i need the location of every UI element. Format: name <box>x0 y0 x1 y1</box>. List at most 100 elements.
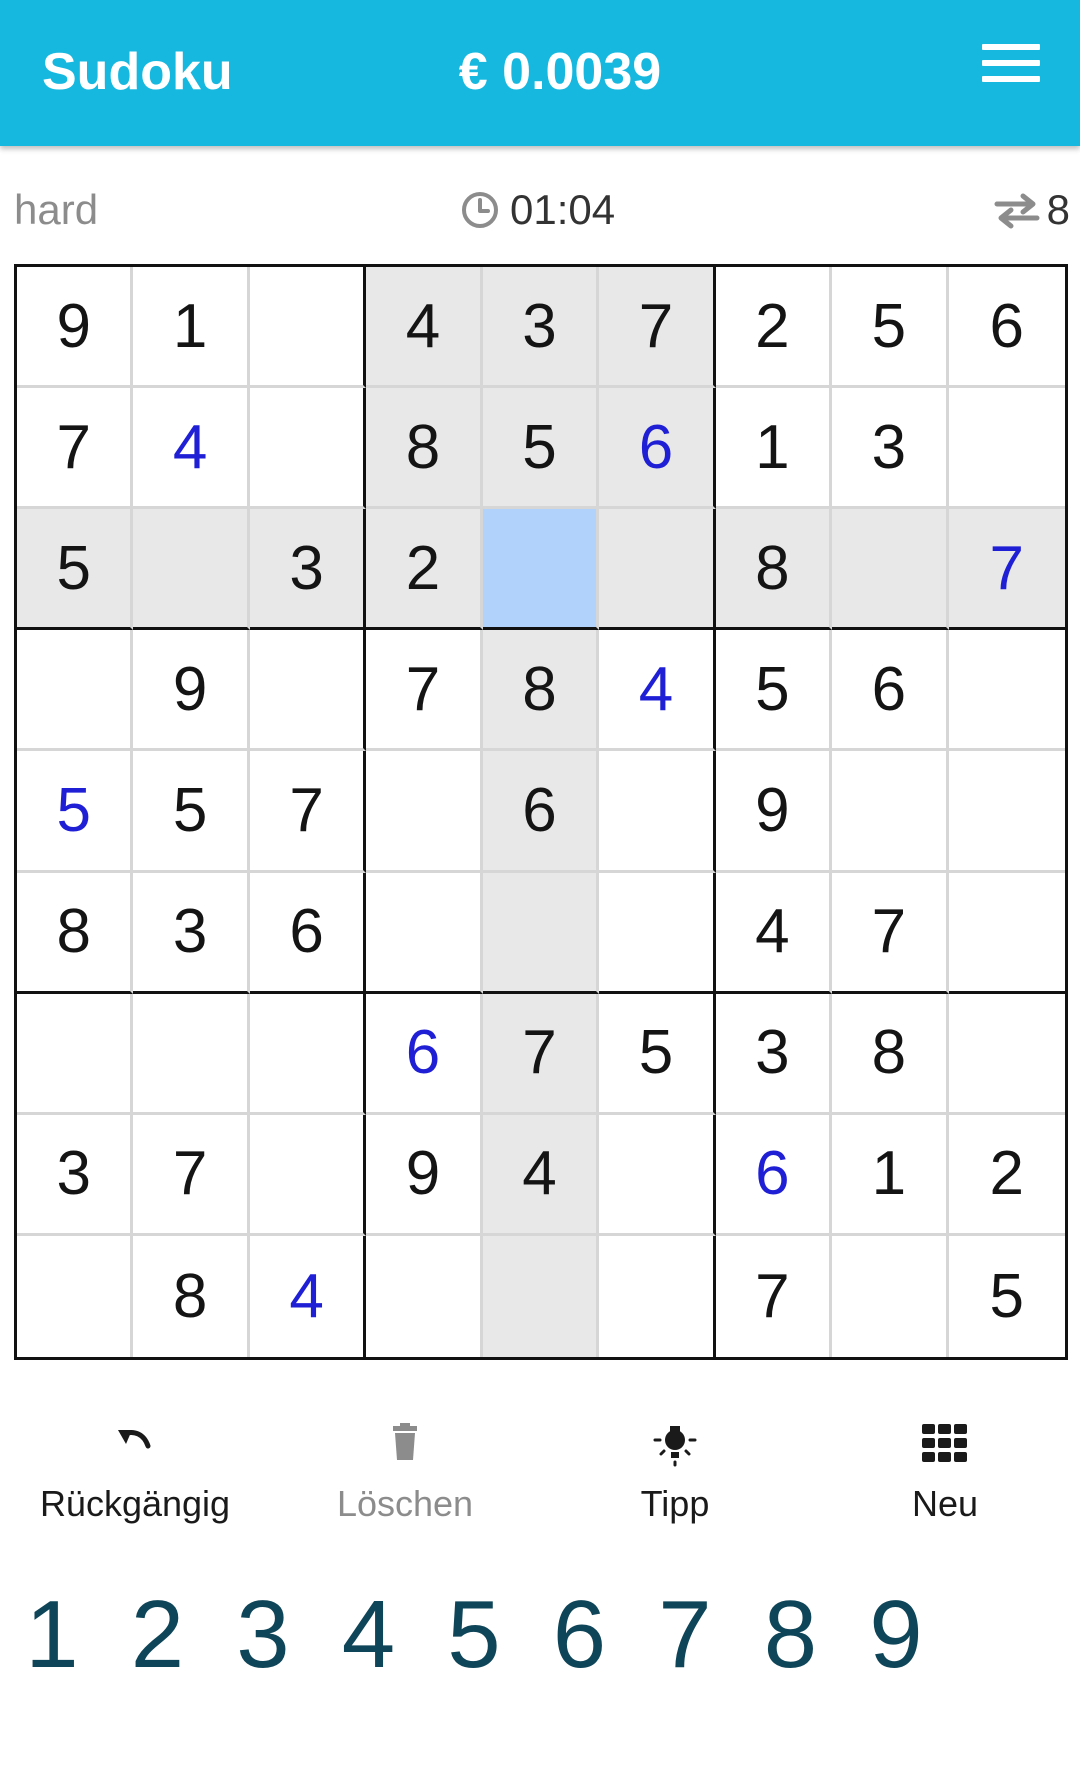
hamburger-menu-icon[interactable] <box>976 44 1042 92</box>
numpad-key-1[interactable]: 1 <box>2 1580 102 1690</box>
sudoku-cell-r5c2[interactable]: 5 <box>133 751 250 873</box>
sudoku-cell-r5c5[interactable]: 6 <box>482 751 600 873</box>
sudoku-cell-r4c3[interactable] <box>249 630 367 752</box>
sudoku-cell-r9c6[interactable] <box>599 1235 716 1357</box>
sudoku-cell-r1c4[interactable]: 4 <box>366 267 483 389</box>
sudoku-cell-r9c2[interactable]: 8 <box>133 1235 250 1357</box>
numpad-key-2[interactable]: 2 <box>108 1580 208 1690</box>
sudoku-cell-r7c7[interactable]: 3 <box>715 993 833 1115</box>
numpad-key-6[interactable]: 6 <box>530 1580 630 1690</box>
sudoku-cell-r6c5[interactable] <box>482 872 600 994</box>
sudoku-cell-r5c3[interactable]: 7 <box>249 751 367 873</box>
sudoku-cell-r2c9[interactable] <box>948 388 1065 510</box>
sudoku-cell-r1c3[interactable] <box>249 267 367 389</box>
sudoku-cell-r6c7[interactable]: 4 <box>715 872 833 994</box>
sudoku-cell-r1c5[interactable]: 3 <box>482 267 600 389</box>
number-pad: 123456789 <box>0 1580 1080 1690</box>
sudoku-cell-r5c8[interactable] <box>832 751 949 873</box>
sudoku-cell-r9c5[interactable] <box>482 1235 600 1357</box>
sudoku-cell-r9c9[interactable]: 5 <box>948 1235 1065 1357</box>
sudoku-cell-r8c1[interactable]: 3 <box>17 1114 134 1236</box>
sudoku-cell-r8c7[interactable]: 6 <box>715 1114 833 1236</box>
sudoku-cell-r5c4[interactable] <box>366 751 483 873</box>
numpad-key-7[interactable]: 7 <box>635 1580 735 1690</box>
sudoku-cell-r8c4[interactable]: 9 <box>366 1114 483 1236</box>
sudoku-cell-r4c2[interactable]: 9 <box>133 630 250 752</box>
sudoku-cell-r7c3[interactable] <box>249 993 367 1115</box>
sudoku-cell-r6c3[interactable]: 6 <box>249 872 367 994</box>
sudoku-cell-r5c1[interactable]: 5 <box>17 751 134 873</box>
timer: 01:04 <box>460 180 615 240</box>
sudoku-cell-r9c3[interactable]: 4 <box>249 1235 367 1357</box>
sudoku-cell-r3c8[interactable] <box>832 509 949 631</box>
numpad-key-8[interactable]: 8 <box>741 1580 841 1690</box>
sudoku-cell-r4c5[interactable]: 8 <box>482 630 600 752</box>
sudoku-cell-r5c9[interactable] <box>948 751 1065 873</box>
sudoku-cell-r7c8[interactable]: 8 <box>832 993 949 1115</box>
sudoku-cell-r3c3[interactable]: 3 <box>249 509 367 631</box>
sudoku-cell-r3c7[interactable]: 8 <box>715 509 833 631</box>
numpad-key-5[interactable]: 5 <box>424 1580 524 1690</box>
sudoku-cell-r8c3[interactable] <box>249 1114 367 1236</box>
sudoku-cell-r1c7[interactable]: 2 <box>715 267 833 389</box>
sudoku-cell-r8c2[interactable]: 7 <box>133 1114 250 1236</box>
sudoku-cell-r9c7[interactable]: 7 <box>715 1235 833 1357</box>
sudoku-cell-r6c8[interactable]: 7 <box>832 872 949 994</box>
sudoku-cell-r6c4[interactable] <box>366 872 483 994</box>
clock-icon <box>462 192 498 228</box>
sudoku-cell-r2c2[interactable]: 4 <box>133 388 250 510</box>
sudoku-cell-r2c5[interactable]: 5 <box>482 388 600 510</box>
sudoku-grid: 9143725674856135328797845655769836476753… <box>14 264 1068 1360</box>
sudoku-cell-r9c4[interactable] <box>366 1235 483 1357</box>
sudoku-cell-r1c9[interactable]: 6 <box>948 267 1065 389</box>
sudoku-cell-r4c6[interactable]: 4 <box>599 630 716 752</box>
sudoku-cell-r5c6[interactable] <box>599 751 716 873</box>
hint-button[interactable]: Tipp <box>565 1400 785 1540</box>
sudoku-cell-r2c7[interactable]: 1 <box>715 388 833 510</box>
sudoku-cell-r9c1[interactable] <box>17 1235 134 1357</box>
sudoku-cell-r6c6[interactable] <box>599 872 716 994</box>
sudoku-cell-r7c4[interactable]: 6 <box>366 993 483 1115</box>
sudoku-cell-r6c2[interactable]: 3 <box>133 872 250 994</box>
sudoku-cell-r8c6[interactable] <box>599 1114 716 1236</box>
sudoku-cell-r1c8[interactable]: 5 <box>832 267 949 389</box>
sudoku-cell-r7c5[interactable]: 7 <box>482 993 600 1115</box>
sudoku-cell-r2c6[interactable]: 6 <box>599 388 716 510</box>
new-game-button[interactable]: Neu <box>835 1400 1055 1540</box>
sudoku-cell-r4c9[interactable] <box>948 630 1065 752</box>
sudoku-cell-r8c5[interactable]: 4 <box>482 1114 600 1236</box>
sudoku-cell-r3c2[interactable] <box>133 509 250 631</box>
sudoku-cell-r3c1[interactable]: 5 <box>17 509 134 631</box>
sudoku-cell-r2c8[interactable]: 3 <box>832 388 949 510</box>
sudoku-cell-r1c2[interactable]: 1 <box>133 267 250 389</box>
sudoku-cell-r4c7[interactable]: 5 <box>715 630 833 752</box>
sudoku-cell-r7c9[interactable] <box>948 993 1065 1115</box>
sudoku-cell-r8c9[interactable]: 2 <box>948 1114 1065 1236</box>
sudoku-cell-r1c6[interactable]: 7 <box>599 267 716 389</box>
sudoku-cell-r2c3[interactable] <box>249 388 367 510</box>
sudoku-cell-r6c9[interactable] <box>948 872 1065 994</box>
hint-label: Tipp <box>640 1483 710 1524</box>
sudoku-cell-r7c1[interactable] <box>17 993 134 1115</box>
sudoku-cell-r4c4[interactable]: 7 <box>366 630 483 752</box>
sudoku-cell-r1c1[interactable]: 9 <box>17 267 134 389</box>
delete-button[interactable]: Löschen <box>295 1400 515 1540</box>
sudoku-cell-r8c8[interactable]: 1 <box>832 1114 949 1236</box>
sudoku-cell-r2c1[interactable]: 7 <box>17 388 134 510</box>
sudoku-cell-r3c9[interactable]: 7 <box>948 509 1065 631</box>
numpad-key-4[interactable]: 4 <box>319 1580 419 1690</box>
sudoku-cell-r4c8[interactable]: 6 <box>832 630 949 752</box>
sudoku-cell-r3c6[interactable] <box>599 509 716 631</box>
sudoku-cell-r3c5[interactable] <box>482 509 600 631</box>
sudoku-cell-r5c7[interactable]: 9 <box>715 751 833 873</box>
sudoku-cell-r7c2[interactable] <box>133 993 250 1115</box>
sudoku-cell-r7c6[interactable]: 5 <box>599 993 716 1115</box>
sudoku-cell-r4c1[interactable] <box>17 630 134 752</box>
undo-button[interactable]: Rückgängig <box>25 1400 245 1540</box>
numpad-key-3[interactable]: 3 <box>213 1580 313 1690</box>
sudoku-cell-r2c4[interactable]: 8 <box>366 388 483 510</box>
sudoku-cell-r9c8[interactable] <box>832 1235 949 1357</box>
sudoku-cell-r3c4[interactable]: 2 <box>366 509 483 631</box>
sudoku-cell-r6c1[interactable]: 8 <box>17 872 134 994</box>
numpad-key-9[interactable]: 9 <box>846 1580 946 1690</box>
